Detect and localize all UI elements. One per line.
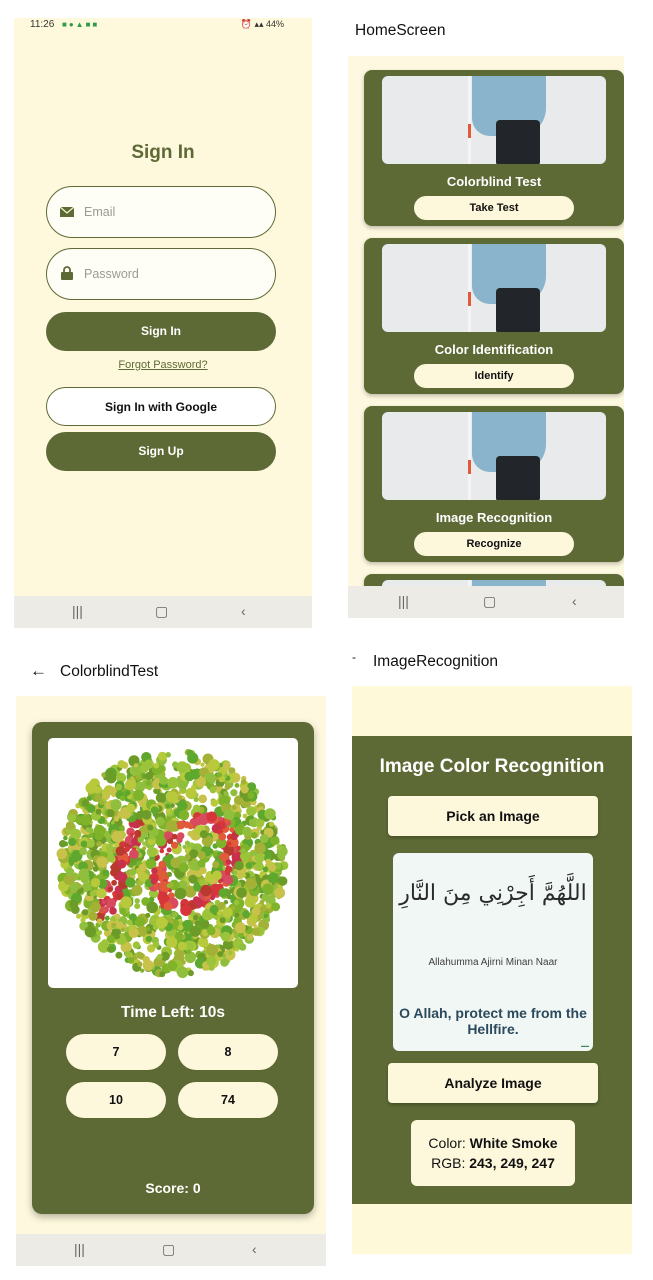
email-field[interactable]: Email xyxy=(46,186,276,238)
ishihara-plate-image xyxy=(56,749,289,979)
home-body: Colorblind Test Take Test Color Identifi… xyxy=(348,56,624,594)
back-arrow-icon[interactable]: ← xyxy=(30,661,47,681)
test-panel: Time Left: 10s 7 8 10 74 Score: 0 xyxy=(32,722,314,1214)
system-nav-bar: ||| ▢ ‹ xyxy=(14,596,312,628)
image-transliteration: Allahumma Ajirni Minan Naar xyxy=(428,957,558,968)
card-image-recognition: Image Recognition Recognize xyxy=(364,406,624,562)
option-button[interactable]: 74 xyxy=(178,1082,278,1118)
image-preview: اللَّهُمَّ أَجِرْنِي مِنَ النَّارِ Allah… xyxy=(393,853,593,1051)
app-bar: ← ColorblindTest xyxy=(16,652,326,694)
back-icon[interactable]: ‹ xyxy=(572,593,577,609)
signin-screen: 11:26 ■●▲■■ ⏰ ▴▴ 44% Sign In Email Passw… xyxy=(14,18,312,628)
rgb-value: 243, 249, 247 xyxy=(469,1155,555,1171)
color-name: White Smoke xyxy=(469,1135,558,1151)
email-placeholder: Email xyxy=(84,205,116,219)
home-screen: HomeScreen Colorblind Test Take Test Col… xyxy=(348,18,628,618)
card-colorblind-test: Colorblind Test Take Test xyxy=(364,70,624,226)
signin-button[interactable]: Sign In xyxy=(46,312,276,351)
back-icon[interactable]: ‹ xyxy=(252,1241,257,1257)
google-signin-button[interactable]: Sign In with Google xyxy=(46,387,276,426)
color-label: Color: xyxy=(428,1135,470,1151)
home-icon[interactable]: ▢ xyxy=(162,1241,175,1258)
app-bar-title: ColorblindTest xyxy=(60,663,159,680)
colorblind-test-screen: ← ColorblindTest Time Left: 10s 7 8 10 7… xyxy=(16,652,326,1266)
system-nav-bar: ||| ▢ ‹ xyxy=(16,1234,326,1266)
home-icon[interactable]: ▢ xyxy=(155,603,168,620)
status-bar: 11:26 ■●▲■■ ⏰ ▴▴ 44% xyxy=(14,18,312,32)
battery-level: 44% xyxy=(265,19,284,29)
recognition-panel: Image Color Recognition Pick an Image ال… xyxy=(352,736,632,1204)
recent-apps-icon[interactable]: ||| xyxy=(74,1241,85,1257)
colorblind-body: Time Left: 10s 7 8 10 74 Score: 0 xyxy=(16,696,326,1234)
card-color-identification: Color Identification Identify xyxy=(364,238,624,394)
back-arrow-icon[interactable]: - xyxy=(352,650,356,664)
option-button[interactable]: 10 xyxy=(66,1082,166,1118)
card-image xyxy=(382,412,606,500)
ishihara-plate-frame xyxy=(48,738,298,988)
recent-apps-icon[interactable]: ||| xyxy=(72,603,83,619)
card-title: Colorblind Test xyxy=(446,174,542,189)
recognize-button[interactable]: Recognize xyxy=(414,532,574,556)
card-title: Image Recognition xyxy=(435,510,553,525)
mail-icon xyxy=(60,206,74,217)
recent-apps-icon[interactable]: ||| xyxy=(398,593,409,609)
card-image xyxy=(382,76,606,164)
app-bar-title: HomeScreen xyxy=(355,22,446,39)
rgb-label: RGB: xyxy=(431,1155,470,1171)
image-watermark: ▬▬ xyxy=(581,1043,589,1048)
app-bar: - ImageRecognition xyxy=(352,644,632,686)
system-nav-bar: ||| ▢ ‹ xyxy=(348,586,624,618)
option-button[interactable]: 8 xyxy=(178,1034,278,1070)
time-left: Time Left: 10s xyxy=(121,1004,225,1021)
take-test-button[interactable]: Take Test xyxy=(414,196,574,220)
card-title: Color Identification xyxy=(434,342,554,357)
image-english-text: O Allah, protect me from the Hellfire. xyxy=(399,1005,587,1037)
page-title: Sign In xyxy=(131,142,195,163)
lock-icon xyxy=(61,266,73,280)
app-bar-title: ImageRecognition xyxy=(373,653,498,670)
password-field[interactable]: Password xyxy=(46,248,276,300)
card-image xyxy=(382,244,606,332)
forgot-password-link[interactable]: Forgot Password? xyxy=(14,359,312,371)
signal-icons: ⏰ ▴▴ xyxy=(240,19,266,29)
password-placeholder: Password xyxy=(84,267,139,281)
option-button[interactable]: 7 xyxy=(66,1034,166,1070)
image-recognition-screen: - ImageRecognition Image Color Recogniti… xyxy=(352,644,632,1264)
back-icon[interactable]: ‹ xyxy=(241,603,246,619)
notification-icons: ■●▲■■ xyxy=(62,20,100,29)
color-result-box: Color: White Smoke RGB: 243, 249, 247 xyxy=(411,1120,575,1186)
analyze-image-button[interactable]: Analyze Image xyxy=(388,1063,598,1103)
panel-title: Image Color Recognition xyxy=(379,756,605,777)
signup-button[interactable]: Sign Up xyxy=(46,432,276,471)
identify-button[interactable]: Identify xyxy=(414,364,574,388)
status-time: 11:26 xyxy=(30,19,55,30)
home-icon[interactable]: ▢ xyxy=(483,593,496,610)
pick-image-button[interactable]: Pick an Image xyxy=(388,796,598,836)
score: Score: 0 xyxy=(145,1180,201,1196)
image-arabic-text: اللَّهُمَّ أَجِرْنِي مِنَ النَّارِ xyxy=(399,881,587,906)
